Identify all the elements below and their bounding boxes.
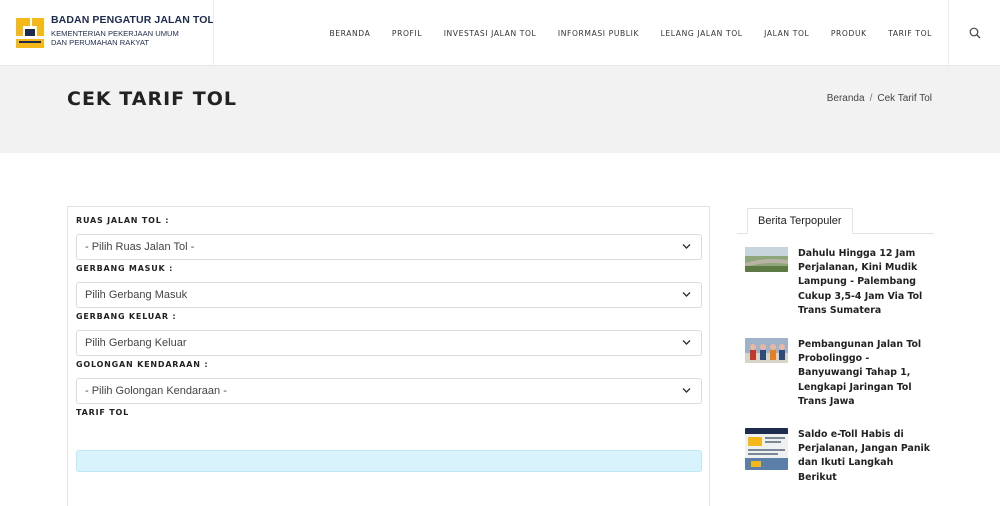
news-item[interactable]: Pembangunan Jalan Tol Probolinggo - Bany… (745, 338, 935, 408)
site-header: BADAN PENGATUR JALAN TOL KEMENTERIAN PEK… (0, 0, 1000, 66)
chevron-down-icon (682, 292, 691, 297)
news-item[interactable]: Saldo e-Toll Habis di Perjalanan, Jangan… (745, 428, 935, 483)
gerbang-keluar-select[interactable]: Pilih Gerbang Keluar (76, 330, 702, 356)
ruas-select-value: - Pilih Ruas Jalan Tol - (85, 241, 195, 253)
breadcrumb: Beranda / Cek Tarif Tol (827, 93, 932, 104)
ruas-select[interactable]: - Pilih Ruas Jalan Tol - (76, 234, 702, 260)
tariff-form: RUAS JALAN TOL : - Pilih Ruas Jalan Tol … (67, 206, 710, 506)
search-icon (969, 27, 980, 39)
toll-road-image (745, 247, 788, 272)
site-logo[interactable]: BADAN PENGATUR JALAN TOL KEMENTERIAN PEK… (14, 14, 214, 54)
tab-berita-terpopuler[interactable]: Berita Terpopuler (747, 208, 853, 234)
nav-profil[interactable]: PROFIL (392, 29, 422, 38)
news-thumbnail[interactable] (745, 247, 788, 272)
golongan-value: - Pilih Golongan Kendaraan - (85, 385, 227, 397)
tarif-result-box (76, 450, 702, 472)
infographic-image (745, 428, 788, 470)
page-title-band: CEK TARIF TOL Beranda / Cek Tarif Tol (0, 66, 1000, 153)
news-thumbnail[interactable] (745, 338, 788, 363)
logo-subtitle-2: DAN PERUMAHAN RAKYAT (51, 38, 150, 47)
nav-jalan-tol[interactable]: JALAN TOL (764, 29, 809, 38)
news-title[interactable]: Dahulu Hingga 12 Jam Perjalanan, Kini Mu… (798, 247, 930, 318)
news-thumbnail[interactable] (745, 428, 788, 470)
search-button[interactable] (948, 0, 1000, 66)
tarif-label: TARIF TOL (76, 408, 129, 417)
golongan-select[interactable]: - Pilih Golongan Kendaraan - (76, 378, 702, 404)
news-title[interactable]: Saldo e-Toll Habis di Perjalanan, Jangan… (798, 428, 930, 485)
nav-lelang-jalan-tol[interactable]: LELANG JALAN TOL (661, 29, 743, 38)
gerbang-masuk-select[interactable]: Pilih Gerbang Masuk (76, 282, 702, 308)
news-item[interactable]: Dahulu Hingga 12 Jam Perjalanan, Kini Mu… (745, 247, 935, 317)
logo-subtitle-1: KEMENTERIAN PEKERJAAN UMUM (51, 29, 179, 38)
ruas-label: RUAS JALAN TOL : (76, 216, 170, 225)
nav-investasi-jalan-tol[interactable]: INVESTASI JALAN TOL (444, 29, 537, 38)
gerbang-keluar-value: Pilih Gerbang Keluar (85, 337, 187, 349)
chevron-down-icon (682, 244, 691, 249)
breadcrumb-home-link[interactable]: Beranda (827, 93, 865, 104)
header-divider (213, 0, 214, 66)
page-title: CEK TARIF TOL (67, 88, 237, 110)
breadcrumb-separator: / (869, 93, 873, 104)
nav-produk[interactable]: PRODUK (831, 29, 867, 38)
nav-informasi-publik[interactable]: INFORMASI PUBLIK (558, 29, 639, 38)
logo-text: BADAN PENGATUR JALAN TOL KEMENTERIAN PEK… (51, 14, 214, 47)
news-title[interactable]: Pembangunan Jalan Tol Probolinggo - Bany… (798, 338, 930, 409)
bpjt-logo-icon (14, 16, 46, 50)
nav-tarif-tol[interactable]: TARIF TOL (888, 29, 932, 38)
chevron-down-icon (682, 340, 691, 345)
logo-title: BADAN PENGATUR JALAN TOL (51, 14, 215, 26)
people-photo-image (745, 338, 788, 363)
breadcrumb-current: Cek Tarif Tol (877, 93, 932, 104)
gerbang-keluar-label: GERBANG KELUAR : (76, 312, 177, 321)
golongan-label: GOLONGAN KENDARAAN : (76, 360, 209, 369)
gerbang-masuk-label: GERBANG MASUK : (76, 264, 174, 273)
gerbang-masuk-value: Pilih Gerbang Masuk (85, 289, 188, 301)
chevron-down-icon (682, 388, 691, 393)
main-nav: BERANDA PROFIL INVESTASI JALAN TOL INFOR… (308, 0, 932, 66)
nav-beranda[interactable]: BERANDA (329, 29, 370, 38)
